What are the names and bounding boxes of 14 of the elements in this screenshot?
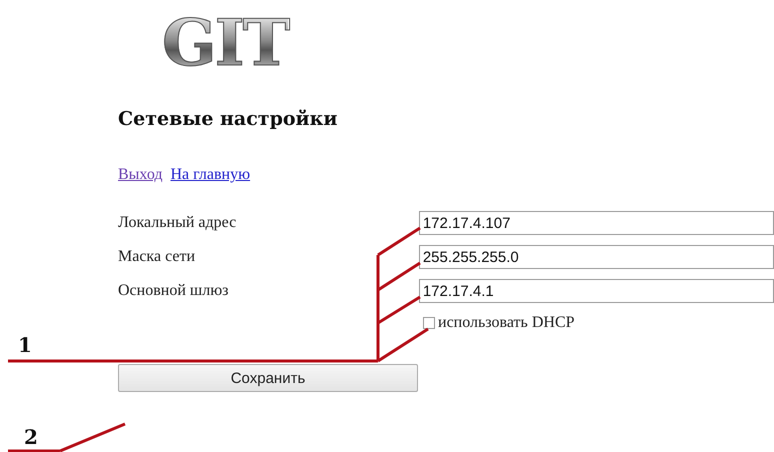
- field-label: Основной шлюз: [118, 282, 230, 300]
- field-label: Маска сети: [118, 248, 196, 266]
- save-button[interactable]: Сохранить: [118, 364, 418, 392]
- input-field[interactable]: 172.17.4.1: [418, 279, 774, 303]
- field-label: Локальный адрес: [118, 214, 238, 232]
- callout-number: 1: [18, 333, 32, 357]
- input-field[interactable]: 172.17.4.107: [418, 211, 774, 235]
- nav-link[interactable]: Выход: [118, 166, 162, 184]
- nav-link[interactable]: На главную: [170, 166, 250, 184]
- input-field[interactable]: 255.255.255.0: [418, 245, 774, 269]
- page-title: Сетевые настройки: [118, 108, 338, 130]
- checkbox-label: использовать DHCP: [438, 314, 575, 332]
- checkbox[interactable]: [423, 317, 435, 329]
- callout-number: 2: [24, 425, 38, 449]
